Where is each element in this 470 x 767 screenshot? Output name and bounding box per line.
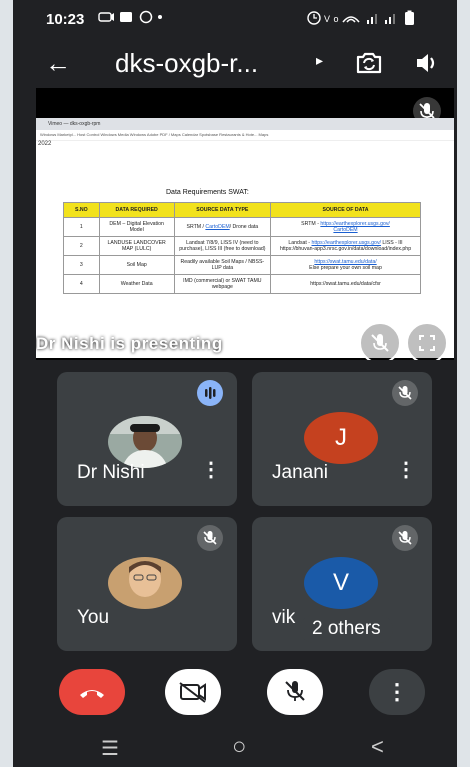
- recent-apps-icon[interactable]: ☰: [101, 736, 119, 761]
- table-row: 1 DEM – Digital Elevation Model SRTM / C…: [63, 217, 421, 237]
- table-header-row: S.NO DATA REQUIRED SOURCE DATA TYPE SOUR…: [63, 202, 421, 218]
- participant-tile-vik[interactable]: V vik 2 others: [252, 517, 432, 651]
- status-bar: 10:23 Vo: [13, 0, 457, 38]
- camera-toggle-button[interactable]: [165, 669, 221, 715]
- mic-off-icon: [371, 334, 389, 352]
- cell-data: LANDUSE LANDCOVER MAP (LULC): [98, 236, 175, 256]
- source-text-after: Else prepare your own soil map: [309, 265, 382, 271]
- mic-toggle-button[interactable]: [267, 669, 323, 715]
- header-source-data-type: SOURCE DATA TYPE: [173, 202, 272, 218]
- avatar-photo: [108, 557, 182, 609]
- home-icon[interactable]: ○: [232, 733, 247, 761]
- cell-sno: 1: [63, 217, 100, 237]
- fullscreen-button[interactable]: [406, 322, 448, 360]
- cell-sno: 2: [63, 236, 100, 256]
- nav-back-icon[interactable]: <: [371, 734, 384, 760]
- android-nav-bar: ☰ ○ <: [13, 730, 457, 767]
- cell-type: IMD (commercial) or SWAT TAMU webpage: [173, 274, 272, 294]
- avatar-photo: [108, 416, 182, 468]
- year-label: 2022: [38, 141, 52, 147]
- system-icons: Vo: [307, 10, 427, 29]
- svg-text:Vo: Vo: [324, 14, 343, 24]
- presentation-view[interactable]: Vimeo — dks-oxgb-rpm Windows Marketpl...…: [36, 88, 454, 360]
- type-text: SRTM /: [186, 224, 206, 230]
- speaker-icon[interactable]: [415, 52, 439, 79]
- document-title: Data Requirements SWAT:: [166, 189, 249, 196]
- type-text-after: / Drone data: [229, 224, 259, 230]
- more-options-icon[interactable]: ⋮: [201, 457, 221, 482]
- signal-wifi-battery-icon: Vo: [307, 10, 414, 25]
- cell-type: SRTM / CartoDEM/ Drone data: [173, 217, 272, 237]
- participant-name: Janani: [272, 462, 328, 483]
- cell-data: Soil Map: [98, 255, 175, 275]
- cell-sno: 4: [63, 274, 100, 294]
- source-text: SRTM -: [301, 221, 321, 227]
- switch-camera-icon[interactable]: [355, 50, 383, 81]
- avatar-letter: V: [304, 557, 378, 609]
- phone-hangup-icon: [80, 690, 104, 698]
- shared-screen: Vimeo — dks-oxgb-rpm Windows Marketpl...…: [36, 118, 454, 358]
- cell-source: https://swat.tamu.edu/data/cfsr: [270, 274, 421, 294]
- header-data-required: DATA REQUIRED: [98, 202, 175, 218]
- cell-source: https://swat.tamu.edu/data/ Else prepare…: [270, 255, 421, 275]
- more-options-button[interactable]: ⋮: [369, 669, 425, 715]
- table-row: 3 Soil Map Readily available Soil Maps /…: [63, 255, 421, 275]
- cell-sno: 3: [63, 255, 100, 275]
- participant-name: Dr Nishi: [77, 462, 145, 483]
- bookmarks-bar: Windows Marketpl... Host Control Windows…: [36, 130, 454, 141]
- fullscreen-icon: [419, 335, 435, 351]
- notification-icons: [98, 10, 168, 27]
- back-arrow-icon[interactable]: ←: [45, 48, 71, 79]
- cell-data: Weather Data: [98, 274, 175, 294]
- mic-off-icon: [285, 681, 305, 701]
- participant-tile-dr-nishi[interactable]: Dr Nishi ⋮: [57, 372, 237, 506]
- presentation-mute-button[interactable]: [359, 322, 401, 360]
- end-call-button[interactable]: [59, 669, 125, 715]
- expand-chevron-icon[interactable]: ▸: [316, 52, 323, 69]
- participant-tile-you[interactable]: You: [57, 517, 237, 651]
- mic-off-icon: [392, 525, 418, 551]
- mic-off-icon: [392, 380, 418, 406]
- participant-tile-janani[interactable]: J Janani ⋮: [252, 372, 432, 506]
- status-time: 10:23: [46, 11, 85, 28]
- others-badge[interactable]: 2 others: [300, 615, 393, 643]
- header-source-of-data: SOURCE OF DATA: [270, 202, 421, 218]
- participant-name: You: [77, 607, 110, 628]
- table-row: 2 LANDUSE LANDCOVER MAP (LULC) Landsat 7…: [63, 236, 421, 256]
- cell-type: Readily available Soil Maps / NBSS-LUP d…: [173, 255, 272, 275]
- cell-data: DEM – Digital Elevation Model: [98, 217, 175, 237]
- speaking-indicator-icon: [197, 380, 223, 406]
- header-sno: S.NO: [63, 202, 100, 218]
- notification-icon: [98, 10, 162, 24]
- data-requirements-table: S.NO DATA REQUIRED SOURCE DATA TYPE SOUR…: [63, 202, 421, 294]
- meeting-top-bar: ← dks-oxgb-r... ▸: [13, 38, 457, 88]
- cell-type: Landsat 7/8/9, LISS IV (need to purchase…: [173, 236, 272, 256]
- cell-source: SRTM - https://earthexplorer.usgs.gov/Ca…: [270, 217, 421, 237]
- mic-off-icon: [197, 525, 223, 551]
- participant-name: vik: [272, 607, 296, 628]
- browser-tab: Vimeo — dks-oxgb-rpm: [36, 118, 454, 130]
- avatar-letter: J: [304, 412, 378, 464]
- cell-source: Landsat - https://earthexplorer.usgs.gov…: [270, 236, 421, 256]
- type-link: CartoDEM: [205, 224, 230, 230]
- presenting-label: Dr Nishi is presenting: [36, 334, 223, 353]
- more-options-icon[interactable]: ⋮: [396, 457, 416, 482]
- table-row: 4 Weather Data IMD (commercial) or SWAT …: [63, 274, 421, 294]
- meeting-code[interactable]: dks-oxgb-r...: [115, 48, 258, 79]
- camera-off-icon: [179, 682, 206, 703]
- source-link-2: CartoDEM: [333, 227, 358, 233]
- phone-screen: 10:23 Vo ← dks-oxgb-r... ▸ Vimeo — dks-o…: [13, 0, 457, 767]
